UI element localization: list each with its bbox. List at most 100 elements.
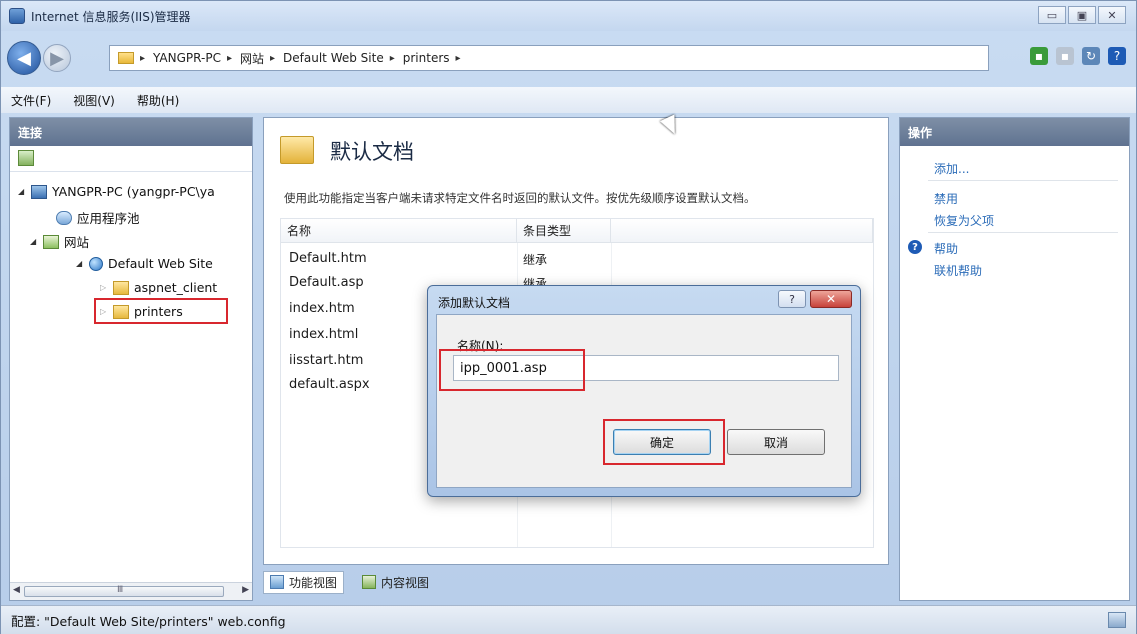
breadcrumb-default-web-site[interactable]: Default Web Site — [283, 51, 384, 65]
action-disable[interactable]: 禁用 — [934, 190, 958, 207]
scrollbar-thumb[interactable]: Ⅲ — [24, 585, 224, 597]
breadcrumb-separator: ▸ — [226, 52, 232, 64]
server-icon — [31, 184, 47, 199]
expand-arrow-icon[interactable]: ◢ — [18, 187, 28, 196]
add-default-document-dialog: 添加默认文档 ? ✕ 名称(N): 确定 取消 — [427, 285, 861, 497]
breadcrumb-separator: ▸ — [140, 52, 146, 64]
dialog-body: 名称(N): 确定 取消 — [436, 314, 852, 488]
list-item[interactable]: index.htm — [289, 301, 355, 316]
iis-manager-window: Internet 信息服务(IIS)管理器 ▭ ▣ ✕ ◀ ▶ ▸ YANGPR… — [0, 0, 1137, 634]
tree-node-label: 网站 — [64, 235, 90, 250]
help-icon: ? — [908, 240, 922, 254]
list-item[interactable]: default.aspx — [289, 377, 370, 392]
cancel-button[interactable]: 取消 — [727, 429, 825, 455]
action-help[interactable]: 帮助 — [934, 240, 958, 257]
expand-arrow-icon[interactable]: ◢ — [76, 259, 86, 268]
ok-button-highlight-box — [603, 419, 725, 465]
divider — [928, 180, 1118, 181]
window-controls: ▭ ▣ ✕ — [1036, 6, 1126, 24]
collapse-arrow-icon[interactable]: ▷ — [100, 283, 110, 292]
dialog-title: 添加默认文档 — [438, 296, 511, 310]
actions-pane: 操作 添加... 禁用 恢复为父项 ? 帮助 联机帮助 — [899, 117, 1130, 601]
dialog-close-button[interactable]: ✕ — [810, 290, 852, 308]
connections-pane: 连接 ◢ YANGPR-PC (yangpr-PC\ya 应用程序池 ◢ 网站 … — [9, 117, 253, 601]
folder-icon — [113, 280, 129, 295]
breadcrumb-separator: ▸ — [389, 52, 395, 64]
list-item[interactable]: Default.htm — [289, 251, 367, 266]
back-button[interactable]: ◀ — [7, 41, 41, 75]
scroll-left-icon[interactable]: ◀ — [13, 585, 20, 595]
sites-icon — [43, 234, 59, 249]
stop-icon[interactable]: ▪ — [1056, 47, 1074, 65]
list-item[interactable]: index.html — [289, 327, 358, 342]
dialog-help-button[interactable]: ? — [778, 290, 806, 308]
action-add[interactable]: 添加... — [934, 160, 969, 177]
navigation-bar: ◀ ▶ ▸ YANGPR-PC ▸ 网站 ▸ Default Web Site … — [1, 35, 1136, 83]
tree-node-default-web-site[interactable]: ◢ Default Web Site — [76, 256, 213, 271]
app-pool-icon — [56, 210, 72, 225]
tab-content-view[interactable]: 内容视图 — [356, 572, 435, 593]
globe-icon — [89, 256, 103, 271]
content-view-icon — [362, 575, 377, 589]
divider — [928, 232, 1118, 233]
tab-label: 内容视图 — [381, 575, 430, 590]
tab-feature-view[interactable]: 功能视图 — [263, 570, 345, 594]
tree-node-label: 应用程序池 — [77, 211, 140, 226]
breadcrumb-separator: ▸ — [270, 52, 276, 64]
feature-view-icon — [270, 575, 284, 589]
printers-highlight-box — [94, 298, 228, 324]
column-header-blank — [611, 219, 873, 243]
start-page-icon[interactable] — [18, 150, 34, 166]
connections-header: 连接 — [10, 118, 252, 146]
minimize-button[interactable]: ▭ — [1038, 6, 1066, 24]
menu-view[interactable]: 视图(V) — [73, 92, 115, 109]
status-text: 配置: "Default Web Site/printers" web.conf… — [11, 613, 286, 629]
action-online-help[interactable]: 联机帮助 — [934, 262, 982, 279]
menu-file[interactable]: 文件(F) — [11, 92, 51, 109]
help-icon[interactable]: ? — [1108, 47, 1126, 65]
forward-button[interactable]: ▶ — [43, 44, 71, 72]
iis-app-icon — [9, 8, 25, 24]
status-bar: 配置: "Default Web Site/printers" web.conf… — [1, 605, 1136, 634]
default-document-icon — [280, 136, 314, 164]
menu-help[interactable]: 帮助(H) — [137, 92, 179, 109]
expand-arrow-icon[interactable]: ◢ — [30, 237, 40, 246]
breadcrumb-sites[interactable]: 网站 — [240, 50, 264, 67]
action-revert-to-parent[interactable]: 恢复为父项 — [934, 212, 994, 229]
horizontal-scrollbar[interactable]: ◀ Ⅲ ▶ — [10, 582, 252, 600]
close-button[interactable]: ✕ — [1098, 6, 1126, 24]
folder-icon — [118, 52, 134, 64]
maximize-button[interactable]: ▣ — [1068, 6, 1096, 24]
toolbar-icons: ▪ ▪ ↻ ? — [1022, 47, 1126, 65]
actions-header: 操作 — [900, 118, 1129, 146]
list-item[interactable]: Default.asp — [289, 275, 364, 290]
connect-icon[interactable]: ▪ — [1030, 47, 1048, 65]
breadcrumb-separator: ▸ — [455, 52, 461, 64]
list-item[interactable]: iisstart.htm — [289, 353, 363, 368]
tree-node-aspnet-client[interactable]: ▷ aspnet_client — [100, 280, 217, 295]
list-item-type: 继承 — [523, 253, 548, 267]
name-input-highlight-box — [439, 349, 585, 391]
column-header-entry-type[interactable]: 条目类型 — [517, 219, 611, 243]
tree-node-sites[interactable]: ◢ 网站 — [30, 232, 89, 251]
tree-node-label: Default Web Site — [108, 256, 213, 271]
column-header-name[interactable]: 名称 — [281, 219, 517, 243]
title-bar: Internet 信息服务(IIS)管理器 ▭ ▣ ✕ — [1, 1, 1136, 31]
breadcrumb-printers[interactable]: printers — [403, 51, 450, 65]
view-tabs: 功能视图 内容视图 — [263, 567, 889, 597]
scrollbar-grip: Ⅲ — [117, 585, 124, 595]
feature-title: 默认文档 — [330, 140, 414, 164]
scroll-right-icon[interactable]: ▶ — [242, 585, 249, 595]
menu-bar: 文件(F) 视图(V) 帮助(H) — [1, 87, 1136, 113]
refresh-icon[interactable]: ↻ — [1082, 47, 1100, 65]
tree-node-app-pools[interactable]: 应用程序池 — [56, 208, 140, 227]
tree-node-label: YANGPR-PC (yangpr-PC\ya — [52, 184, 215, 199]
breadcrumb-server[interactable]: YANGPR-PC — [153, 51, 221, 65]
tree-node-server[interactable]: ◢ YANGPR-PC (yangpr-PC\ya — [18, 184, 215, 199]
connections-toolbar — [10, 146, 252, 172]
tab-label: 功能视图 — [289, 575, 338, 590]
address-bar[interactable]: ▸ YANGPR-PC ▸ 网站 ▸ Default Web Site ▸ pr… — [109, 45, 989, 71]
feature-description: 使用此功能指定当客户端未请求特定文件名时返回的默认文件。按优先级顺序设置默认文档… — [284, 191, 756, 205]
window-title: Internet 信息服务(IIS)管理器 — [31, 10, 191, 24]
network-status-icon — [1108, 612, 1126, 628]
